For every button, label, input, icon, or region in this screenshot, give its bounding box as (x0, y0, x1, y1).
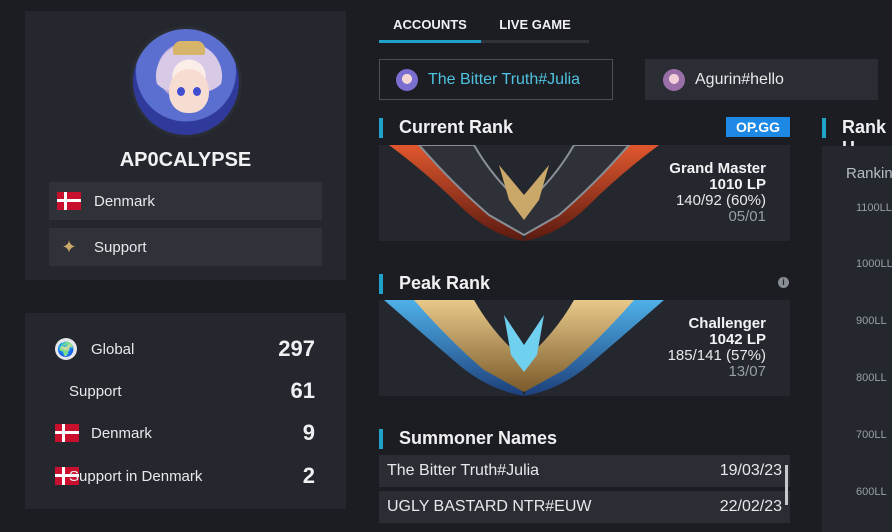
axis-tick: 800LL (856, 372, 887, 384)
ranking-value: 61 (290, 378, 315, 403)
axis-tick: 1100LL (856, 202, 892, 214)
denmark-flag-icon (55, 424, 79, 442)
rank-tier: Grand Master (669, 160, 766, 177)
ranking-value: 2 (302, 463, 315, 488)
summoner-date: 19/03/23 (719, 462, 782, 479)
account-button-selected[interactable]: The Bitter Truth#Julia (379, 59, 613, 100)
account-avatar (663, 68, 685, 91)
ranking-row-support-denmark: Support in Denmark 2 (55, 461, 315, 491)
ranking-value: 297 (278, 336, 315, 361)
list-item: UGLY BASTARD NTR#EUW 22/02/23 (379, 491, 790, 523)
axis-tick: 700LL (856, 429, 887, 441)
list-item: The Bitter Truth#Julia 19/03/23 (379, 455, 790, 487)
axis-tick: 1000LL (856, 258, 892, 270)
current-rank-title: Current Rank (379, 117, 513, 138)
summoner-name: UGLY BASTARD NTR#EUW (387, 498, 592, 515)
avatar-crown (173, 41, 205, 55)
country-row: Denmark (49, 182, 322, 220)
ranking-row-denmark: Denmark 9 (55, 418, 315, 448)
account-name: The Bitter Truth#Julia (428, 70, 581, 88)
avatar-eye (193, 87, 201, 96)
info-icon[interactable]: i (778, 277, 789, 288)
rank-date: 05/01 (728, 208, 766, 225)
globe-icon: 🌍 (55, 338, 77, 360)
rank-history-label: Rankin (846, 165, 892, 182)
avatar-eye (177, 87, 185, 96)
profile-avatar (130, 26, 242, 138)
peak-rank-details: Challenger 1042 LP 185/141 (57%) 13/07 (668, 316, 766, 380)
account-button[interactable]: Agurin#hello (645, 59, 878, 100)
account-name: Agurin#hello (695, 70, 784, 88)
peak-rank-title: Peak Rank (379, 273, 490, 294)
rank-date: 13/07 (728, 363, 766, 380)
current-rank-card: Grand Master 1010 LP 140/92 (60%) 05/01 (379, 145, 790, 241)
grandmaster-emblem-icon (389, 145, 659, 241)
account-avatar (396, 68, 418, 91)
rank-lp: 1010 LP (709, 176, 766, 193)
role-row: ✦ Support (49, 228, 322, 266)
current-rank-details: Grand Master 1010 LP 140/92 (60%) 05/01 (669, 161, 766, 225)
challenger-emblem-icon (384, 300, 664, 396)
rank-tier: Challenger (688, 315, 766, 332)
support-role-icon: ✦ (61, 237, 77, 257)
tab-live-game[interactable]: LIVE GAME (481, 11, 589, 43)
scrollbar[interactable] (785, 465, 788, 505)
ranking-label: Denmark (91, 424, 152, 442)
ranking-row-support: Support 61 (69, 376, 315, 406)
ranking-label: Support (69, 382, 122, 400)
summoner-names-list: The Bitter Truth#Julia 19/03/23 UGLY BAS… (379, 455, 790, 527)
profile-name: AP0CALYPSE (119, 149, 252, 171)
rank-lp: 1042 LP (709, 331, 766, 348)
axis-tick: 900LL (856, 315, 887, 327)
summoner-date: 22/02/23 (719, 498, 782, 515)
peak-rank-card: Challenger 1042 LP 185/141 (57%) 13/07 (379, 300, 790, 396)
summoner-names-title: Summoner Names (379, 428, 557, 449)
profile-card: AP0CALYPSE Denmark ✦ Support (25, 11, 346, 280)
rank-record: 185/141 (57%) (667, 347, 766, 364)
summoner-name: The Bitter Truth#Julia (387, 462, 540, 479)
avatar-face (169, 69, 209, 113)
rank-record: 140/92 (60%) (675, 192, 766, 209)
ranking-label: Global (91, 340, 135, 358)
denmark-flag-icon (57, 192, 81, 210)
tab-bar: ACCOUNTS LIVE GAME (379, 11, 589, 43)
axis-tick: 600LL (856, 486, 887, 498)
country-label: Denmark (94, 192, 155, 210)
ranking-card: 🌍 Global 297 Support 61 Denmark 9 Suppor… (25, 313, 346, 509)
ranking-value: 9 (302, 420, 315, 445)
ranking-label: Support in Denmark (69, 467, 203, 485)
ranking-row-global: 🌍 Global 297 (55, 334, 315, 364)
role-label: Support (94, 238, 147, 256)
tab-accounts[interactable]: ACCOUNTS (379, 11, 481, 43)
opgg-link-button[interactable]: OP.GG (726, 117, 790, 137)
